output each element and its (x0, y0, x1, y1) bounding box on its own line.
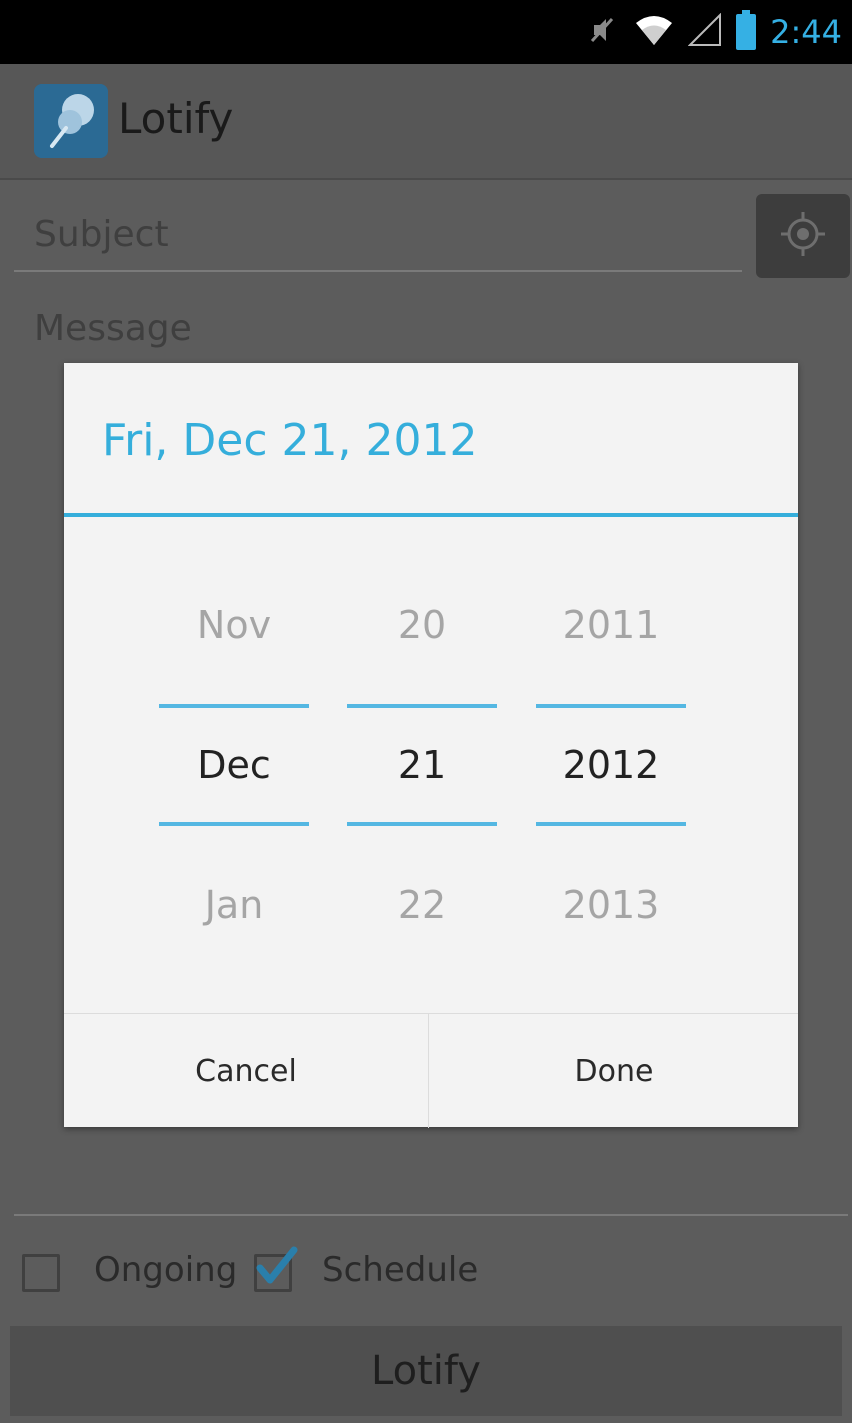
status-clock: 2:44 (770, 13, 842, 51)
day-selection-bottom-line (347, 822, 497, 826)
year-selection-bottom-line (536, 822, 686, 826)
status-bar: 2:44 (0, 0, 852, 64)
month-selection-bottom-line (159, 822, 309, 826)
date-picker-dialog: Fri, Dec 21, 2012 Nov Dec Jan 20 21 22 2… (64, 363, 798, 1128)
ongoing-checkbox[interactable] (22, 1254, 60, 1292)
year-prev[interactable]: 2011 (536, 603, 686, 647)
locate-button[interactable] (756, 194, 850, 278)
day-selection-top-line (347, 704, 497, 708)
lotify-button-label: Lotify (371, 1348, 481, 1394)
year-spinner[interactable]: 2011 2012 2013 (536, 517, 686, 1013)
month-next[interactable]: Jan (159, 883, 309, 927)
cancel-button[interactable]: Cancel (64, 1014, 429, 1128)
day-prev[interactable]: 20 (347, 603, 497, 647)
year-next[interactable]: 2013 (536, 883, 686, 927)
crosshair-icon (779, 210, 827, 262)
battery-icon (736, 10, 757, 54)
month-selection-top-line (159, 704, 309, 708)
signal-icon (687, 12, 722, 51)
month-prev[interactable]: Nov (159, 603, 309, 647)
dialog-button-bar: Cancel Done (64, 1013, 798, 1128)
message-input[interactable]: Message (34, 308, 192, 349)
mute-icon (586, 13, 620, 51)
day-current[interactable]: 21 (347, 743, 497, 787)
wifi-icon (634, 13, 674, 51)
day-spinner[interactable]: 20 21 22 (347, 517, 497, 1013)
message-underline (14, 1214, 848, 1216)
subject-placeholder: Subject (34, 214, 169, 255)
year-selection-top-line (536, 704, 686, 708)
checkmark-icon (250, 1240, 302, 1296)
schedule-label: Schedule (322, 1250, 479, 1290)
options-row: Ongoing Schedule (0, 1240, 852, 1310)
year-current[interactable]: 2012 (536, 743, 686, 787)
ongoing-label: Ongoing (94, 1250, 238, 1290)
month-spinner[interactable]: Nov Dec Jan (159, 517, 309, 1013)
dialog-title: Fri, Dec 21, 2012 (102, 415, 478, 466)
done-button[interactable]: Done (430, 1014, 798, 1128)
subject-input[interactable]: Subject (14, 196, 742, 272)
action-bar: Lotify (0, 64, 852, 180)
lotify-button[interactable]: Lotify (10, 1326, 842, 1416)
month-current[interactable]: Dec (159, 743, 309, 787)
pushpin-icon[interactable] (34, 84, 108, 158)
day-next[interactable]: 22 (347, 883, 497, 927)
app-title: Lotify (118, 94, 234, 143)
